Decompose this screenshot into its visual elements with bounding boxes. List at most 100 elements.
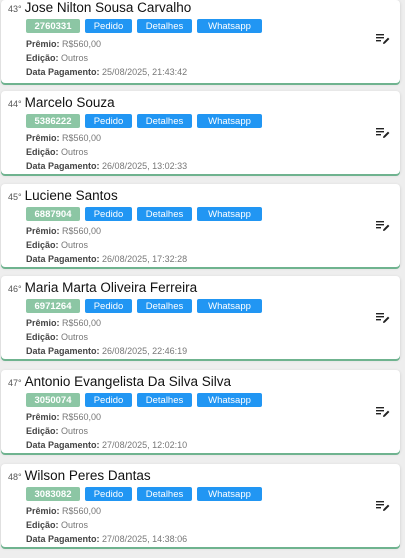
winner-name: Wilson Peres Dantas xyxy=(24,468,151,483)
whatsapp-button[interactable]: Whatsapp xyxy=(197,19,262,33)
edicao-value: Outros xyxy=(61,426,89,436)
edicao-row: Edição: Outros xyxy=(26,518,187,532)
data-pagamento-label: Data Pagamento: xyxy=(26,254,100,264)
edicao-value: Outros xyxy=(61,147,89,157)
winner-header: 47° Antonio Evangelista Da Silva Silva xyxy=(8,374,231,394)
edicao-value: Outros xyxy=(61,520,89,530)
data-pagamento-label: Data Pagamento: xyxy=(26,161,100,171)
data-pagamento-label: Data Pagamento: xyxy=(26,534,100,544)
data-pagamento-label: Data Pagamento: xyxy=(26,440,100,450)
pedido-button[interactable]: Pedido xyxy=(85,207,132,221)
premio-value: R$560,00 xyxy=(62,506,102,516)
edicao-row: Edição: Outros xyxy=(26,238,187,252)
winner-card: 45° Luciene Santos 6887904 Pedido Detalh… xyxy=(1,184,400,267)
data-pagamento-value: 26/08/2025, 22:46:19 xyxy=(102,346,188,356)
detalhes-button[interactable]: Detalhes xyxy=(137,299,192,313)
winner-name: Antonio Evangelista Da Silva Silva xyxy=(24,374,231,389)
edit-list-icon[interactable] xyxy=(376,312,390,324)
edicao-label: Edição: xyxy=(26,53,59,63)
winner-card: 46° Maria Marta Oliveira Ferreira 697126… xyxy=(1,276,400,359)
winner-header: 48° Wilson Peres Dantas xyxy=(8,468,151,488)
winner-card: 43° Jose Nilton Sousa Carvalho 2760331 P… xyxy=(1,0,400,83)
detalhes-button[interactable]: Detalhes xyxy=(137,487,192,501)
action-row: 3050074 Pedido Detalhes Whatsapp xyxy=(26,393,262,407)
data-pagamento-row: Data Pagamento: 25/08/2025, 21:43:42 xyxy=(26,65,187,79)
premio-row: Prêmio: R$560,00 xyxy=(26,224,187,238)
winner-rank: 44° xyxy=(8,99,22,109)
premio-label: Prêmio: xyxy=(26,318,60,328)
action-row: 5386222 Pedido Detalhes Whatsapp xyxy=(26,114,262,128)
data-pagamento-row: Data Pagamento: 26/08/2025, 13:02:33 xyxy=(26,159,187,173)
edicao-label: Edição: xyxy=(26,332,59,342)
ticket-code-badge: 6971264 xyxy=(26,299,80,313)
winner-header: 46° Maria Marta Oliveira Ferreira xyxy=(8,280,197,300)
premio-label: Prêmio: xyxy=(26,39,60,49)
edit-list-icon[interactable] xyxy=(376,127,390,139)
winner-info: Prêmio: R$560,00 Edição: Outros Data Pag… xyxy=(26,316,187,358)
ticket-code-badge: 2760331 xyxy=(26,19,80,33)
whatsapp-button[interactable]: Whatsapp xyxy=(197,114,262,128)
premio-value: R$560,00 xyxy=(62,226,102,236)
premio-label: Prêmio: xyxy=(26,226,60,236)
data-pagamento-label: Data Pagamento: xyxy=(26,346,100,356)
premio-value: R$560,00 xyxy=(62,318,102,328)
winner-header: 45° Luciene Santos xyxy=(8,188,118,208)
edit-list-icon[interactable] xyxy=(376,500,390,512)
data-pagamento-value: 25/08/2025, 21:43:42 xyxy=(102,67,188,77)
pedido-button[interactable]: Pedido xyxy=(85,393,132,407)
detalhes-button[interactable]: Detalhes xyxy=(137,19,192,33)
action-row: 2760331 Pedido Detalhes Whatsapp xyxy=(26,19,262,33)
winner-header: 44° Marcelo Souza xyxy=(8,95,115,115)
premio-value: R$560,00 xyxy=(62,133,102,143)
whatsapp-button[interactable]: Whatsapp xyxy=(197,487,262,501)
data-pagamento-row: Data Pagamento: 27/08/2025, 12:02:10 xyxy=(26,438,187,452)
pedido-button[interactable]: Pedido xyxy=(85,114,132,128)
winner-rank: 46° xyxy=(8,284,22,294)
ticket-code-badge: 6887904 xyxy=(26,207,80,221)
data-pagamento-value: 27/08/2025, 14:38:06 xyxy=(102,534,188,544)
detalhes-button[interactable]: Detalhes xyxy=(137,114,192,128)
winner-name: Marcelo Souza xyxy=(24,95,115,110)
whatsapp-button[interactable]: Whatsapp xyxy=(197,207,262,221)
winner-card: 47° Antonio Evangelista Da Silva Silva 3… xyxy=(1,370,400,453)
ticket-code-badge: 3050074 xyxy=(26,393,80,407)
data-pagamento-row: Data Pagamento: 27/08/2025, 14:38:06 xyxy=(26,532,187,546)
edit-list-icon[interactable] xyxy=(376,33,390,45)
winner-rank: 43° xyxy=(8,4,22,14)
pedido-button[interactable]: Pedido xyxy=(85,487,132,501)
edicao-label: Edição: xyxy=(26,240,59,250)
action-row: 6887904 Pedido Detalhes Whatsapp xyxy=(26,207,262,221)
action-row: 3083082 Pedido Detalhes Whatsapp xyxy=(26,487,262,501)
premio-label: Prêmio: xyxy=(26,133,60,143)
premio-label: Prêmio: xyxy=(26,506,60,516)
edicao-row: Edição: Outros xyxy=(26,145,187,159)
premio-value: R$560,00 xyxy=(62,39,102,49)
data-pagamento-value: 26/08/2025, 13:02:33 xyxy=(102,161,188,171)
whatsapp-button[interactable]: Whatsapp xyxy=(197,299,262,313)
edit-list-icon[interactable] xyxy=(376,220,390,232)
data-pagamento-value: 27/08/2025, 12:02:10 xyxy=(102,440,188,450)
detalhes-button[interactable]: Detalhes xyxy=(137,393,192,407)
edicao-label: Edição: xyxy=(26,520,59,530)
ticket-code-badge: 3083082 xyxy=(26,487,80,501)
data-pagamento-row: Data Pagamento: 26/08/2025, 22:46:19 xyxy=(26,344,187,358)
winner-rank: 48° xyxy=(8,472,22,482)
action-row: 6971264 Pedido Detalhes Whatsapp xyxy=(26,299,262,313)
edit-list-icon[interactable] xyxy=(376,406,390,418)
premio-row: Prêmio: R$560,00 xyxy=(26,37,187,51)
ticket-code-badge: 5386222 xyxy=(26,114,80,128)
data-pagamento-label: Data Pagamento: xyxy=(26,67,100,77)
pedido-button[interactable]: Pedido xyxy=(85,299,132,313)
winner-info: Prêmio: R$560,00 Edição: Outros Data Pag… xyxy=(26,131,187,173)
whatsapp-button[interactable]: Whatsapp xyxy=(197,393,262,407)
premio-value: R$560,00 xyxy=(62,412,102,422)
detalhes-button[interactable]: Detalhes xyxy=(137,207,192,221)
winner-name: Maria Marta Oliveira Ferreira xyxy=(24,280,198,295)
winner-name: Luciene Santos xyxy=(24,188,118,203)
winner-info: Prêmio: R$560,00 Edição: Outros Data Pag… xyxy=(26,37,187,79)
edicao-value: Outros xyxy=(61,53,89,63)
premio-row: Prêmio: R$560,00 xyxy=(26,316,187,330)
winner-info: Prêmio: R$560,00 Edição: Outros Data Pag… xyxy=(26,224,187,266)
pedido-button[interactable]: Pedido xyxy=(85,19,132,33)
winner-card: 48° Wilson Peres Dantas 3083082 Pedido D… xyxy=(1,464,400,547)
